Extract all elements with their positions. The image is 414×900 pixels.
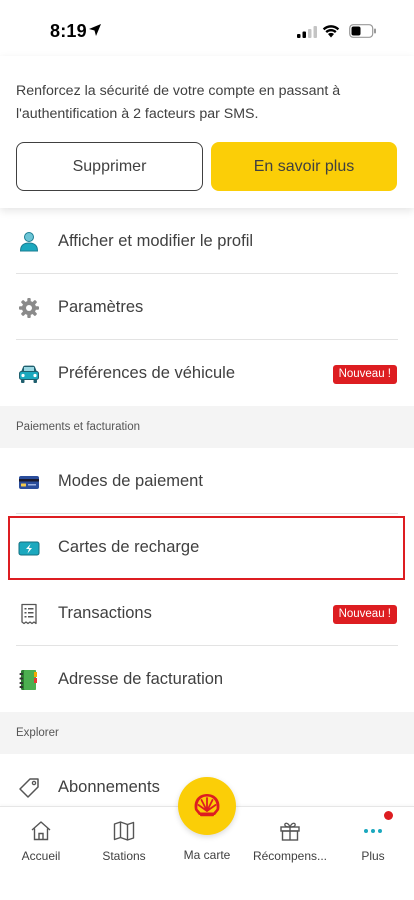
- nav-label: Plus: [361, 849, 385, 863]
- menu-item-vehicle-preferences[interactable]: Préférences de véhicule Nouveau !: [0, 340, 414, 406]
- nav-home[interactable]: Accueil: [0, 807, 82, 877]
- account-menu: Afficher et modifier le profil Paramètre…: [0, 208, 414, 820]
- cellular-signal-icon: [297, 26, 317, 38]
- nav-label-my-map: Ma carte: [183, 848, 231, 862]
- notification-dot: [384, 811, 393, 820]
- section-header-payments: Paiements et facturation: [0, 406, 414, 448]
- my-map-button[interactable]: [178, 777, 236, 835]
- menu-item-charging-cards[interactable]: Cartes de recharge: [0, 514, 414, 580]
- more-dots-icon: [364, 829, 382, 833]
- shell-logo-icon: [194, 794, 220, 817]
- menu-item-label: Transactions: [58, 604, 152, 622]
- gift-icon: [280, 822, 300, 841]
- menu-item-settings[interactable]: Paramètres: [0, 274, 414, 340]
- section-header-explore: Explorer: [0, 712, 414, 754]
- new-badge: Nouveau !: [332, 605, 397, 624]
- receipt-icon: [21, 603, 37, 625]
- address-book-icon: [19, 670, 37, 690]
- map-icon: [113, 821, 135, 841]
- user-icon: [19, 232, 39, 252]
- menu-item-label: Abonnements: [58, 778, 160, 796]
- nav-stations[interactable]: Stations: [83, 807, 165, 877]
- car-icon: [19, 365, 39, 383]
- two-factor-banner: Renforcez la sécurité de votre compte en…: [0, 56, 414, 208]
- menu-item-transactions[interactable]: Transactions Nouveau !: [0, 580, 414, 646]
- menu-item-label: Préférences de véhicule: [58, 364, 236, 382]
- dismiss-button[interactable]: Supprimer: [16, 142, 203, 191]
- location-arrow-icon: [89, 24, 101, 36]
- nav-more[interactable]: Plus: [332, 807, 414, 877]
- menu-item-label: Afficher et modifier le profil: [58, 232, 254, 250]
- home-icon: [31, 821, 51, 841]
- menu-item-label: Adresse de facturation: [58, 670, 224, 688]
- learn-more-button[interactable]: En savoir plus: [211, 142, 397, 191]
- menu-item-label: Cartes de recharge: [58, 538, 200, 556]
- nav-label: Récompens...: [252, 849, 328, 863]
- banner-message: Renforcez la sécurité de votre compte en…: [16, 83, 341, 122]
- status-time: 8:19: [50, 21, 87, 41]
- menu-item-billing-address[interactable]: Adresse de facturation: [0, 646, 414, 712]
- nav-label: Stations: [102, 849, 146, 863]
- menu-item-payment-methods[interactable]: Modes de paiement: [0, 448, 414, 514]
- menu-item-label: Modes de paiement: [58, 472, 203, 490]
- battery-icon: [349, 24, 376, 38]
- charging-card-icon: [18, 541, 40, 556]
- tag-icon: [19, 778, 39, 798]
- nav-label: Accueil: [21, 849, 61, 863]
- menu-item-profile[interactable]: Afficher et modifier le profil: [0, 208, 414, 274]
- new-badge: Nouveau !: [332, 365, 397, 384]
- menu-item-label: Paramètres: [58, 298, 144, 316]
- credit-card-icon: [19, 476, 39, 489]
- nav-rewards[interactable]: Récompens...: [249, 807, 331, 877]
- wifi-icon: [322, 25, 340, 38]
- gear-icon: [19, 298, 39, 318]
- status-bar: 8:19: [0, 0, 414, 56]
